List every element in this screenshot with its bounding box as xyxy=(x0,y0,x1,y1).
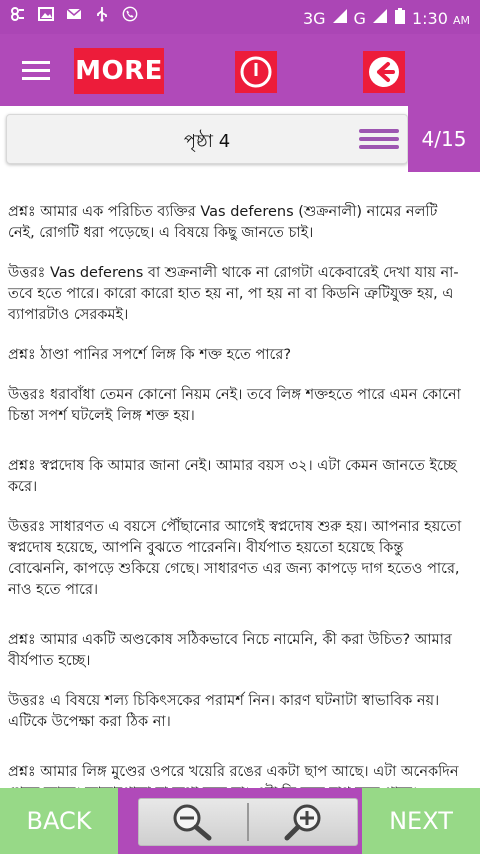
bottom-bar: BACK NEXT xyxy=(0,788,480,854)
back-arrow-icon xyxy=(369,57,399,87)
zoom-in-button[interactable] xyxy=(249,799,357,845)
power-button[interactable] xyxy=(235,51,277,93)
answer-paragraph: উত্তরঃ ধরাবাঁধা তেমন কোনো নিয়ম নেই। তবে… xyxy=(8,387,461,424)
page-title: পৃষ্ঠা 4 xyxy=(183,131,231,152)
phone-call-icon xyxy=(122,6,138,22)
question-paragraph: প্রশ্নঃ আমার লিঙ্গ মুণ্ডের ওপরে খয়েরি র… xyxy=(8,764,459,788)
back-arrow-button[interactable] xyxy=(363,51,405,93)
status-icons-right: 3G G 1:30 AM xyxy=(303,7,470,29)
signal-2-icon xyxy=(372,8,388,28)
signal-icon xyxy=(332,8,348,28)
page-selector[interactable]: পৃষ্ঠা 4 xyxy=(6,114,408,164)
menu-icon[interactable] xyxy=(22,56,50,84)
back-button[interactable]: BACK xyxy=(0,788,118,854)
page-count: 4/15 xyxy=(408,106,480,172)
clock-ampm: AM xyxy=(452,13,470,27)
question-paragraph: প্রশ্নঃ আমার একটি অণ্ডকোষ সঠিকভাবে নিচে … xyxy=(8,632,452,669)
power-icon xyxy=(240,56,272,88)
answer-paragraph: উত্তরঃ এ বিষয়ে শল্য চিকিৎসকের পরামর্শ ন… xyxy=(8,693,440,730)
clock-time: 1:30 AM xyxy=(411,8,470,28)
answer-paragraph: উত্তরঃ Vas deferens বা শুক্রনালী থাকে না… xyxy=(8,265,459,323)
zoom-out-icon xyxy=(173,804,212,841)
question-paragraph: প্রশ্নঃ আমার এক পরিচিত ব্যক্তির Vas defe… xyxy=(8,204,438,241)
mail-icon xyxy=(66,6,82,22)
question-paragraph: প্রশ্নঃ স্বপ্নদোষ কি আমার জানা নেই। আমার… xyxy=(8,458,457,495)
usb-icon xyxy=(94,6,110,22)
zoom-in-icon xyxy=(284,804,321,841)
article-content[interactable]: প্রশ্নঃ আমার এক পরিচিত ব্যক্তির Vas defe… xyxy=(0,178,480,788)
more-button[interactable]: MORE xyxy=(74,48,164,94)
zoom-out-button[interactable] xyxy=(139,799,247,845)
app-bar: MORE xyxy=(0,34,480,106)
answer-paragraph: উত্তরঃ সাধারণত এ বয়সে পৌঁছানোর আগেই স্ব… xyxy=(8,519,462,598)
status-bar: 3G G 1:30 AM xyxy=(0,0,480,34)
notification-app-icon xyxy=(10,6,26,22)
zoom-controls xyxy=(138,798,358,846)
page-bar: পৃষ্ঠা 4 4/15 xyxy=(0,106,480,172)
next-button[interactable]: NEXT xyxy=(362,788,480,854)
signal-secondary-icon: G xyxy=(353,8,366,28)
status-icons-left xyxy=(10,6,138,22)
image-icon xyxy=(38,6,54,22)
question-paragraph: প্রশ্নঃ ঠাণ্ডা পানির সপর্শে লিঙ্গ কি শক্… xyxy=(8,347,292,363)
page-list-icon[interactable] xyxy=(359,125,399,153)
battery-icon xyxy=(394,7,406,29)
network-type-label: 3G xyxy=(302,8,326,28)
